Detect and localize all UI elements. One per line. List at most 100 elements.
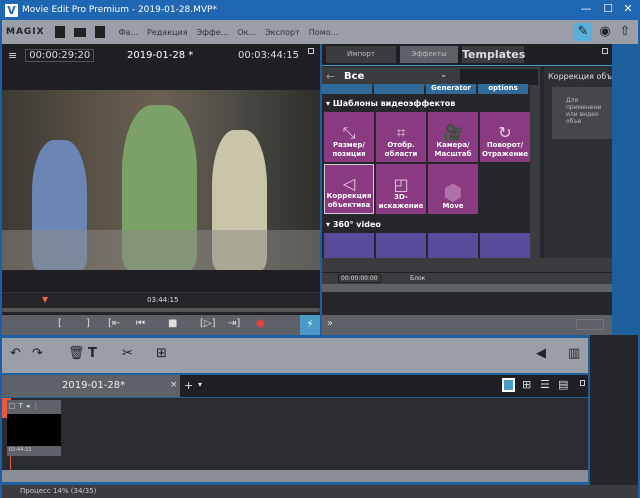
mixer-icon[interactable]: ▥ <box>568 346 580 361</box>
crop-icon: ⌗ <box>396 123 406 142</box>
rotate-icon: ↻ <box>498 123 512 142</box>
tile-360[interactable] <box>428 233 478 258</box>
save-icon[interactable] <box>94 26 105 38</box>
tile-lens-correction[interactable]: ◁ Коррекция объектива <box>324 164 374 214</box>
timeline-mode-icon[interactable] <box>502 378 515 392</box>
effect-tile-options[interactable]: options <box>478 84 528 94</box>
undo-icon[interactable]: ↶ <box>10 346 21 361</box>
duration: 00:03:44:15 <box>238 49 300 61</box>
resize-icon: ⤡ <box>342 123 356 142</box>
preview-timeline-ruler[interactable]: ▼ 03:44:15 <box>2 292 320 314</box>
tile-move[interactable]: ⬢ Move <box>428 164 478 214</box>
volume-icon[interactable]: ◀ <box>536 346 546 361</box>
tab-project[interactable]: 2019-01-28* × <box>2 375 180 397</box>
effect-tile-generator[interactable]: Generator <box>426 84 476 94</box>
tab-dropdown-icon[interactable]: ▾ <box>198 380 202 389</box>
preview-scrollbar[interactable] <box>2 308 320 312</box>
scene-overview-icon[interactable]: ☰ <box>540 378 550 391</box>
cut-icon[interactable]: ✂ <box>122 346 133 361</box>
tile-360[interactable] <box>324 233 374 258</box>
delete-icon[interactable]: 🗑 <box>68 346 85 361</box>
collapse-icon[interactable]: » <box>327 318 333 329</box>
effect-tile[interactable] <box>374 84 424 94</box>
back-arrow-icon[interactable]: ← <box>326 70 335 83</box>
tile-rotate-mirror[interactable]: ↻ Поворот/ Отражение <box>480 112 530 162</box>
menu-file[interactable]: Фа... <box>119 28 138 37</box>
menu-help[interactable]: Помо... <box>309 28 338 37</box>
menu-export[interactable]: Экспорт <box>265 28 300 37</box>
open-folder-icon[interactable] <box>73 27 86 37</box>
search-input[interactable] <box>460 69 538 85</box>
tab-templates[interactable]: Templates <box>462 46 525 63</box>
timeline-area[interactable]: □T◂⋮ 03:44:15 <box>2 398 588 470</box>
tile-3d-distortion[interactable]: ◰ 3D- искажение <box>376 164 426 214</box>
tile-size-position[interactable]: ⤡ Размер/ позиция <box>324 112 374 162</box>
status-bar: Процесс 14% (34/35) <box>2 485 638 498</box>
effects-mode-icon[interactable]: ✎ <box>574 23 592 41</box>
info-panel: Коррекция объек Для применени или видео … <box>544 67 612 258</box>
section-video-templates[interactable]: ▾ Шаблоны видеоэффектов <box>326 99 455 108</box>
close-tab-icon[interactable]: × <box>170 380 178 390</box>
upload-icon[interactable]: ⇧ <box>616 23 634 41</box>
camera-icon: 🎥 <box>443 123 463 142</box>
tile-camera-zoom[interactable]: 🎥 Камера/ Масштаб <box>428 112 478 162</box>
media-pool-panel: Импорт Эффекты Templates ← Все ⌄ Generat… <box>322 44 612 335</box>
mark-out-button[interactable]: ] <box>86 318 90 329</box>
section-title: Шаблоны видеоэффектов <box>332 99 456 108</box>
playhead-marker[interactable]: ▼ <box>42 295 48 304</box>
play-button[interactable]: [▷] <box>200 318 216 329</box>
add-tab-icon[interactable]: + <box>184 379 193 392</box>
timeline-toolbar: ↶ ↷ 🗑 T ✂ ⊞ ◀ ▥ <box>2 338 588 373</box>
go-to-start-button[interactable]: [⇤ <box>108 318 120 329</box>
keyframe-timecode[interactable]: 00:00:00:00 <box>338 274 381 283</box>
disc-icon[interactable]: ◉ <box>596 23 614 41</box>
category-select[interactable]: Все <box>344 71 364 82</box>
keyframe-scrollbar[interactable] <box>322 284 612 292</box>
quick-action-button[interactable]: ⚡ <box>300 315 320 335</box>
redo-icon[interactable]: ↷ <box>32 346 43 361</box>
effect-tile[interactable] <box>322 84 372 94</box>
title-icon[interactable]: T <box>88 346 97 361</box>
section-title: 360° video <box>332 220 381 229</box>
app-logo: V <box>5 3 18 17</box>
clip-duration: 03:44:15 <box>9 447 32 453</box>
tile-crop[interactable]: ⌗ Отобр. области <box>376 112 426 162</box>
tile-360[interactable] <box>480 233 530 258</box>
menu-icon[interactable]: ≡ <box>8 49 17 62</box>
insert-icon[interactable]: ⊞ <box>156 346 167 361</box>
status-text: Процесс 14% (34/35) <box>20 487 97 495</box>
lens-icon: ◁ <box>342 174 356 193</box>
position-timecode[interactable]: 00:00:29:20 <box>25 48 95 62</box>
minimize-button[interactable]: — <box>576 2 596 18</box>
menu-window[interactable]: Ок... <box>237 28 256 37</box>
tile-360[interactable] <box>376 233 426 258</box>
video-clip[interactable]: □T◂⋮ 03:44:15 <box>7 400 61 456</box>
maximize-button[interactable]: ☐ <box>598 2 618 18</box>
menu-effects[interactable]: Эффе... <box>197 28 229 37</box>
chevron-down-icon[interactable]: ⌄ <box>440 70 448 80</box>
transport-bar: [ ] [⇤ ⏮ ■ [▷] ⇥] ● ⚡ <box>2 315 320 335</box>
footer-field[interactable] <box>576 319 604 330</box>
title-bar: V Movie Edit Pro Premium - 2019-01-28.MV… <box>0 0 640 20</box>
multicam-icon[interactable]: ▤ <box>558 378 568 391</box>
record-button[interactable]: ● <box>256 318 265 329</box>
new-file-icon[interactable] <box>54 26 65 38</box>
tab-import[interactable]: Импорт <box>326 46 396 63</box>
effects-scrollbar[interactable] <box>530 86 540 258</box>
maximize-panel-icon[interactable] <box>580 380 585 386</box>
tab-effects[interactable]: Эффекты <box>400 46 458 63</box>
timeline-scrollbar[interactable] <box>2 470 588 482</box>
panel-footer: » <box>322 315 612 335</box>
section-360-video[interactable]: ▾ 360° video <box>326 220 381 229</box>
maximize-panel-icon[interactable] <box>308 48 314 54</box>
previous-frame-button[interactable]: ⏮ <box>136 318 145 329</box>
info-text: Для применени или видео объе <box>552 87 612 139</box>
stop-button[interactable]: ■ <box>168 318 177 329</box>
ruler-time: 03:44:15 <box>147 296 179 304</box>
maximize-panel-icon[interactable] <box>602 48 608 54</box>
mark-in-button[interactable]: [ <box>58 318 62 329</box>
menu-edit[interactable]: Редакция <box>147 28 187 37</box>
close-button[interactable]: ✕ <box>618 2 638 18</box>
storyboard-mode-icon[interactable]: ⊞ <box>522 378 531 391</box>
go-to-end-button[interactable]: ⇥] <box>228 318 240 329</box>
